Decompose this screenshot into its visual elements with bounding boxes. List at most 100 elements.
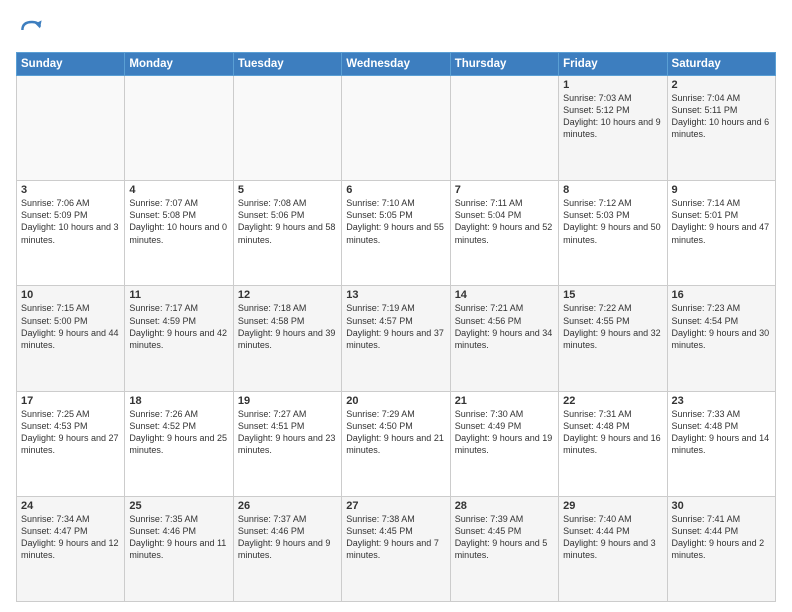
calendar-week-1: 3Sunrise: 7:06 AM Sunset: 5:09 PM Daylig… [17, 181, 776, 286]
calendar-cell [125, 76, 233, 181]
day-number: 13 [346, 289, 445, 301]
calendar-cell: 17Sunrise: 7:25 AM Sunset: 4:53 PM Dayli… [17, 391, 125, 496]
day-info: Sunrise: 7:07 AM Sunset: 5:08 PM Dayligh… [129, 197, 228, 246]
calendar-cell: 20Sunrise: 7:29 AM Sunset: 4:50 PM Dayli… [342, 391, 450, 496]
calendar-table: SundayMondayTuesdayWednesdayThursdayFrid… [16, 52, 776, 602]
day-header-sunday: Sunday [17, 53, 125, 76]
day-info: Sunrise: 7:10 AM Sunset: 5:05 PM Dayligh… [346, 197, 445, 246]
day-info: Sunrise: 7:18 AM Sunset: 4:58 PM Dayligh… [238, 302, 337, 351]
day-number: 1 [563, 79, 662, 91]
calendar-week-4: 24Sunrise: 7:34 AM Sunset: 4:47 PM Dayli… [17, 496, 776, 601]
day-number: 26 [238, 500, 337, 512]
calendar-cell: 28Sunrise: 7:39 AM Sunset: 4:45 PM Dayli… [450, 496, 558, 601]
calendar-cell: 29Sunrise: 7:40 AM Sunset: 4:44 PM Dayli… [559, 496, 667, 601]
day-header-saturday: Saturday [667, 53, 775, 76]
calendar-cell: 13Sunrise: 7:19 AM Sunset: 4:57 PM Dayli… [342, 286, 450, 391]
day-number: 2 [672, 79, 771, 91]
calendar-week-3: 17Sunrise: 7:25 AM Sunset: 4:53 PM Dayli… [17, 391, 776, 496]
calendar-week-0: 1Sunrise: 7:03 AM Sunset: 5:12 PM Daylig… [17, 76, 776, 181]
day-info: Sunrise: 7:38 AM Sunset: 4:45 PM Dayligh… [346, 513, 445, 562]
day-info: Sunrise: 7:29 AM Sunset: 4:50 PM Dayligh… [346, 408, 445, 457]
day-info: Sunrise: 7:08 AM Sunset: 5:06 PM Dayligh… [238, 197, 337, 246]
day-info: Sunrise: 7:15 AM Sunset: 5:00 PM Dayligh… [21, 302, 120, 351]
day-info: Sunrise: 7:14 AM Sunset: 5:01 PM Dayligh… [672, 197, 771, 246]
day-number: 4 [129, 184, 228, 196]
logo-icon [16, 14, 48, 46]
day-info: Sunrise: 7:35 AM Sunset: 4:46 PM Dayligh… [129, 513, 228, 562]
calendar-cell: 19Sunrise: 7:27 AM Sunset: 4:51 PM Dayli… [233, 391, 341, 496]
day-number: 8 [563, 184, 662, 196]
calendar-week-2: 10Sunrise: 7:15 AM Sunset: 5:00 PM Dayli… [17, 286, 776, 391]
calendar-cell: 26Sunrise: 7:37 AM Sunset: 4:46 PM Dayli… [233, 496, 341, 601]
day-info: Sunrise: 7:25 AM Sunset: 4:53 PM Dayligh… [21, 408, 120, 457]
calendar-cell [233, 76, 341, 181]
day-header-wednesday: Wednesday [342, 53, 450, 76]
header [16, 14, 776, 46]
day-info: Sunrise: 7:12 AM Sunset: 5:03 PM Dayligh… [563, 197, 662, 246]
day-number: 6 [346, 184, 445, 196]
day-info: Sunrise: 7:03 AM Sunset: 5:12 PM Dayligh… [563, 92, 662, 141]
day-number: 15 [563, 289, 662, 301]
calendar-cell: 25Sunrise: 7:35 AM Sunset: 4:46 PM Dayli… [125, 496, 233, 601]
day-number: 22 [563, 395, 662, 407]
calendar-cell: 3Sunrise: 7:06 AM Sunset: 5:09 PM Daylig… [17, 181, 125, 286]
day-number: 17 [21, 395, 120, 407]
calendar-cell: 2Sunrise: 7:04 AM Sunset: 5:11 PM Daylig… [667, 76, 775, 181]
calendar-cell: 4Sunrise: 7:07 AM Sunset: 5:08 PM Daylig… [125, 181, 233, 286]
day-info: Sunrise: 7:21 AM Sunset: 4:56 PM Dayligh… [455, 302, 554, 351]
calendar-cell: 24Sunrise: 7:34 AM Sunset: 4:47 PM Dayli… [17, 496, 125, 601]
calendar-cell: 30Sunrise: 7:41 AM Sunset: 4:44 PM Dayli… [667, 496, 775, 601]
day-number: 21 [455, 395, 554, 407]
day-info: Sunrise: 7:23 AM Sunset: 4:54 PM Dayligh… [672, 302, 771, 351]
day-info: Sunrise: 7:11 AM Sunset: 5:04 PM Dayligh… [455, 197, 554, 246]
calendar-cell: 12Sunrise: 7:18 AM Sunset: 4:58 PM Dayli… [233, 286, 341, 391]
day-number: 27 [346, 500, 445, 512]
day-number: 7 [455, 184, 554, 196]
day-number: 20 [346, 395, 445, 407]
calendar-cell: 15Sunrise: 7:22 AM Sunset: 4:55 PM Dayli… [559, 286, 667, 391]
day-header-tuesday: Tuesday [233, 53, 341, 76]
calendar-cell: 11Sunrise: 7:17 AM Sunset: 4:59 PM Dayli… [125, 286, 233, 391]
day-number: 16 [672, 289, 771, 301]
page: SundayMondayTuesdayWednesdayThursdayFrid… [0, 0, 792, 612]
day-header-monday: Monday [125, 53, 233, 76]
day-number: 10 [21, 289, 120, 301]
day-info: Sunrise: 7:19 AM Sunset: 4:57 PM Dayligh… [346, 302, 445, 351]
calendar-cell [342, 76, 450, 181]
day-number: 11 [129, 289, 228, 301]
day-info: Sunrise: 7:37 AM Sunset: 4:46 PM Dayligh… [238, 513, 337, 562]
day-info: Sunrise: 7:22 AM Sunset: 4:55 PM Dayligh… [563, 302, 662, 351]
day-number: 14 [455, 289, 554, 301]
day-number: 23 [672, 395, 771, 407]
day-info: Sunrise: 7:31 AM Sunset: 4:48 PM Dayligh… [563, 408, 662, 457]
calendar-cell: 21Sunrise: 7:30 AM Sunset: 4:49 PM Dayli… [450, 391, 558, 496]
day-number: 25 [129, 500, 228, 512]
day-info: Sunrise: 7:30 AM Sunset: 4:49 PM Dayligh… [455, 408, 554, 457]
day-number: 9 [672, 184, 771, 196]
day-info: Sunrise: 7:39 AM Sunset: 4:45 PM Dayligh… [455, 513, 554, 562]
calendar-cell: 10Sunrise: 7:15 AM Sunset: 5:00 PM Dayli… [17, 286, 125, 391]
calendar-cell: 14Sunrise: 7:21 AM Sunset: 4:56 PM Dayli… [450, 286, 558, 391]
day-number: 28 [455, 500, 554, 512]
calendar-cell: 9Sunrise: 7:14 AM Sunset: 5:01 PM Daylig… [667, 181, 775, 286]
calendar-cell: 8Sunrise: 7:12 AM Sunset: 5:03 PM Daylig… [559, 181, 667, 286]
calendar-cell: 18Sunrise: 7:26 AM Sunset: 4:52 PM Dayli… [125, 391, 233, 496]
day-info: Sunrise: 7:17 AM Sunset: 4:59 PM Dayligh… [129, 302, 228, 351]
calendar-cell: 27Sunrise: 7:38 AM Sunset: 4:45 PM Dayli… [342, 496, 450, 601]
day-info: Sunrise: 7:26 AM Sunset: 4:52 PM Dayligh… [129, 408, 228, 457]
day-info: Sunrise: 7:06 AM Sunset: 5:09 PM Dayligh… [21, 197, 120, 246]
calendar-cell [450, 76, 558, 181]
day-info: Sunrise: 7:34 AM Sunset: 4:47 PM Dayligh… [21, 513, 120, 562]
day-info: Sunrise: 7:33 AM Sunset: 4:48 PM Dayligh… [672, 408, 771, 457]
day-number: 5 [238, 184, 337, 196]
day-info: Sunrise: 7:27 AM Sunset: 4:51 PM Dayligh… [238, 408, 337, 457]
calendar-cell: 16Sunrise: 7:23 AM Sunset: 4:54 PM Dayli… [667, 286, 775, 391]
day-info: Sunrise: 7:04 AM Sunset: 5:11 PM Dayligh… [672, 92, 771, 141]
calendar-cell: 22Sunrise: 7:31 AM Sunset: 4:48 PM Dayli… [559, 391, 667, 496]
day-number: 18 [129, 395, 228, 407]
day-number: 24 [21, 500, 120, 512]
calendar-cell: 1Sunrise: 7:03 AM Sunset: 5:12 PM Daylig… [559, 76, 667, 181]
day-header-thursday: Thursday [450, 53, 558, 76]
day-number: 19 [238, 395, 337, 407]
calendar-cell: 5Sunrise: 7:08 AM Sunset: 5:06 PM Daylig… [233, 181, 341, 286]
